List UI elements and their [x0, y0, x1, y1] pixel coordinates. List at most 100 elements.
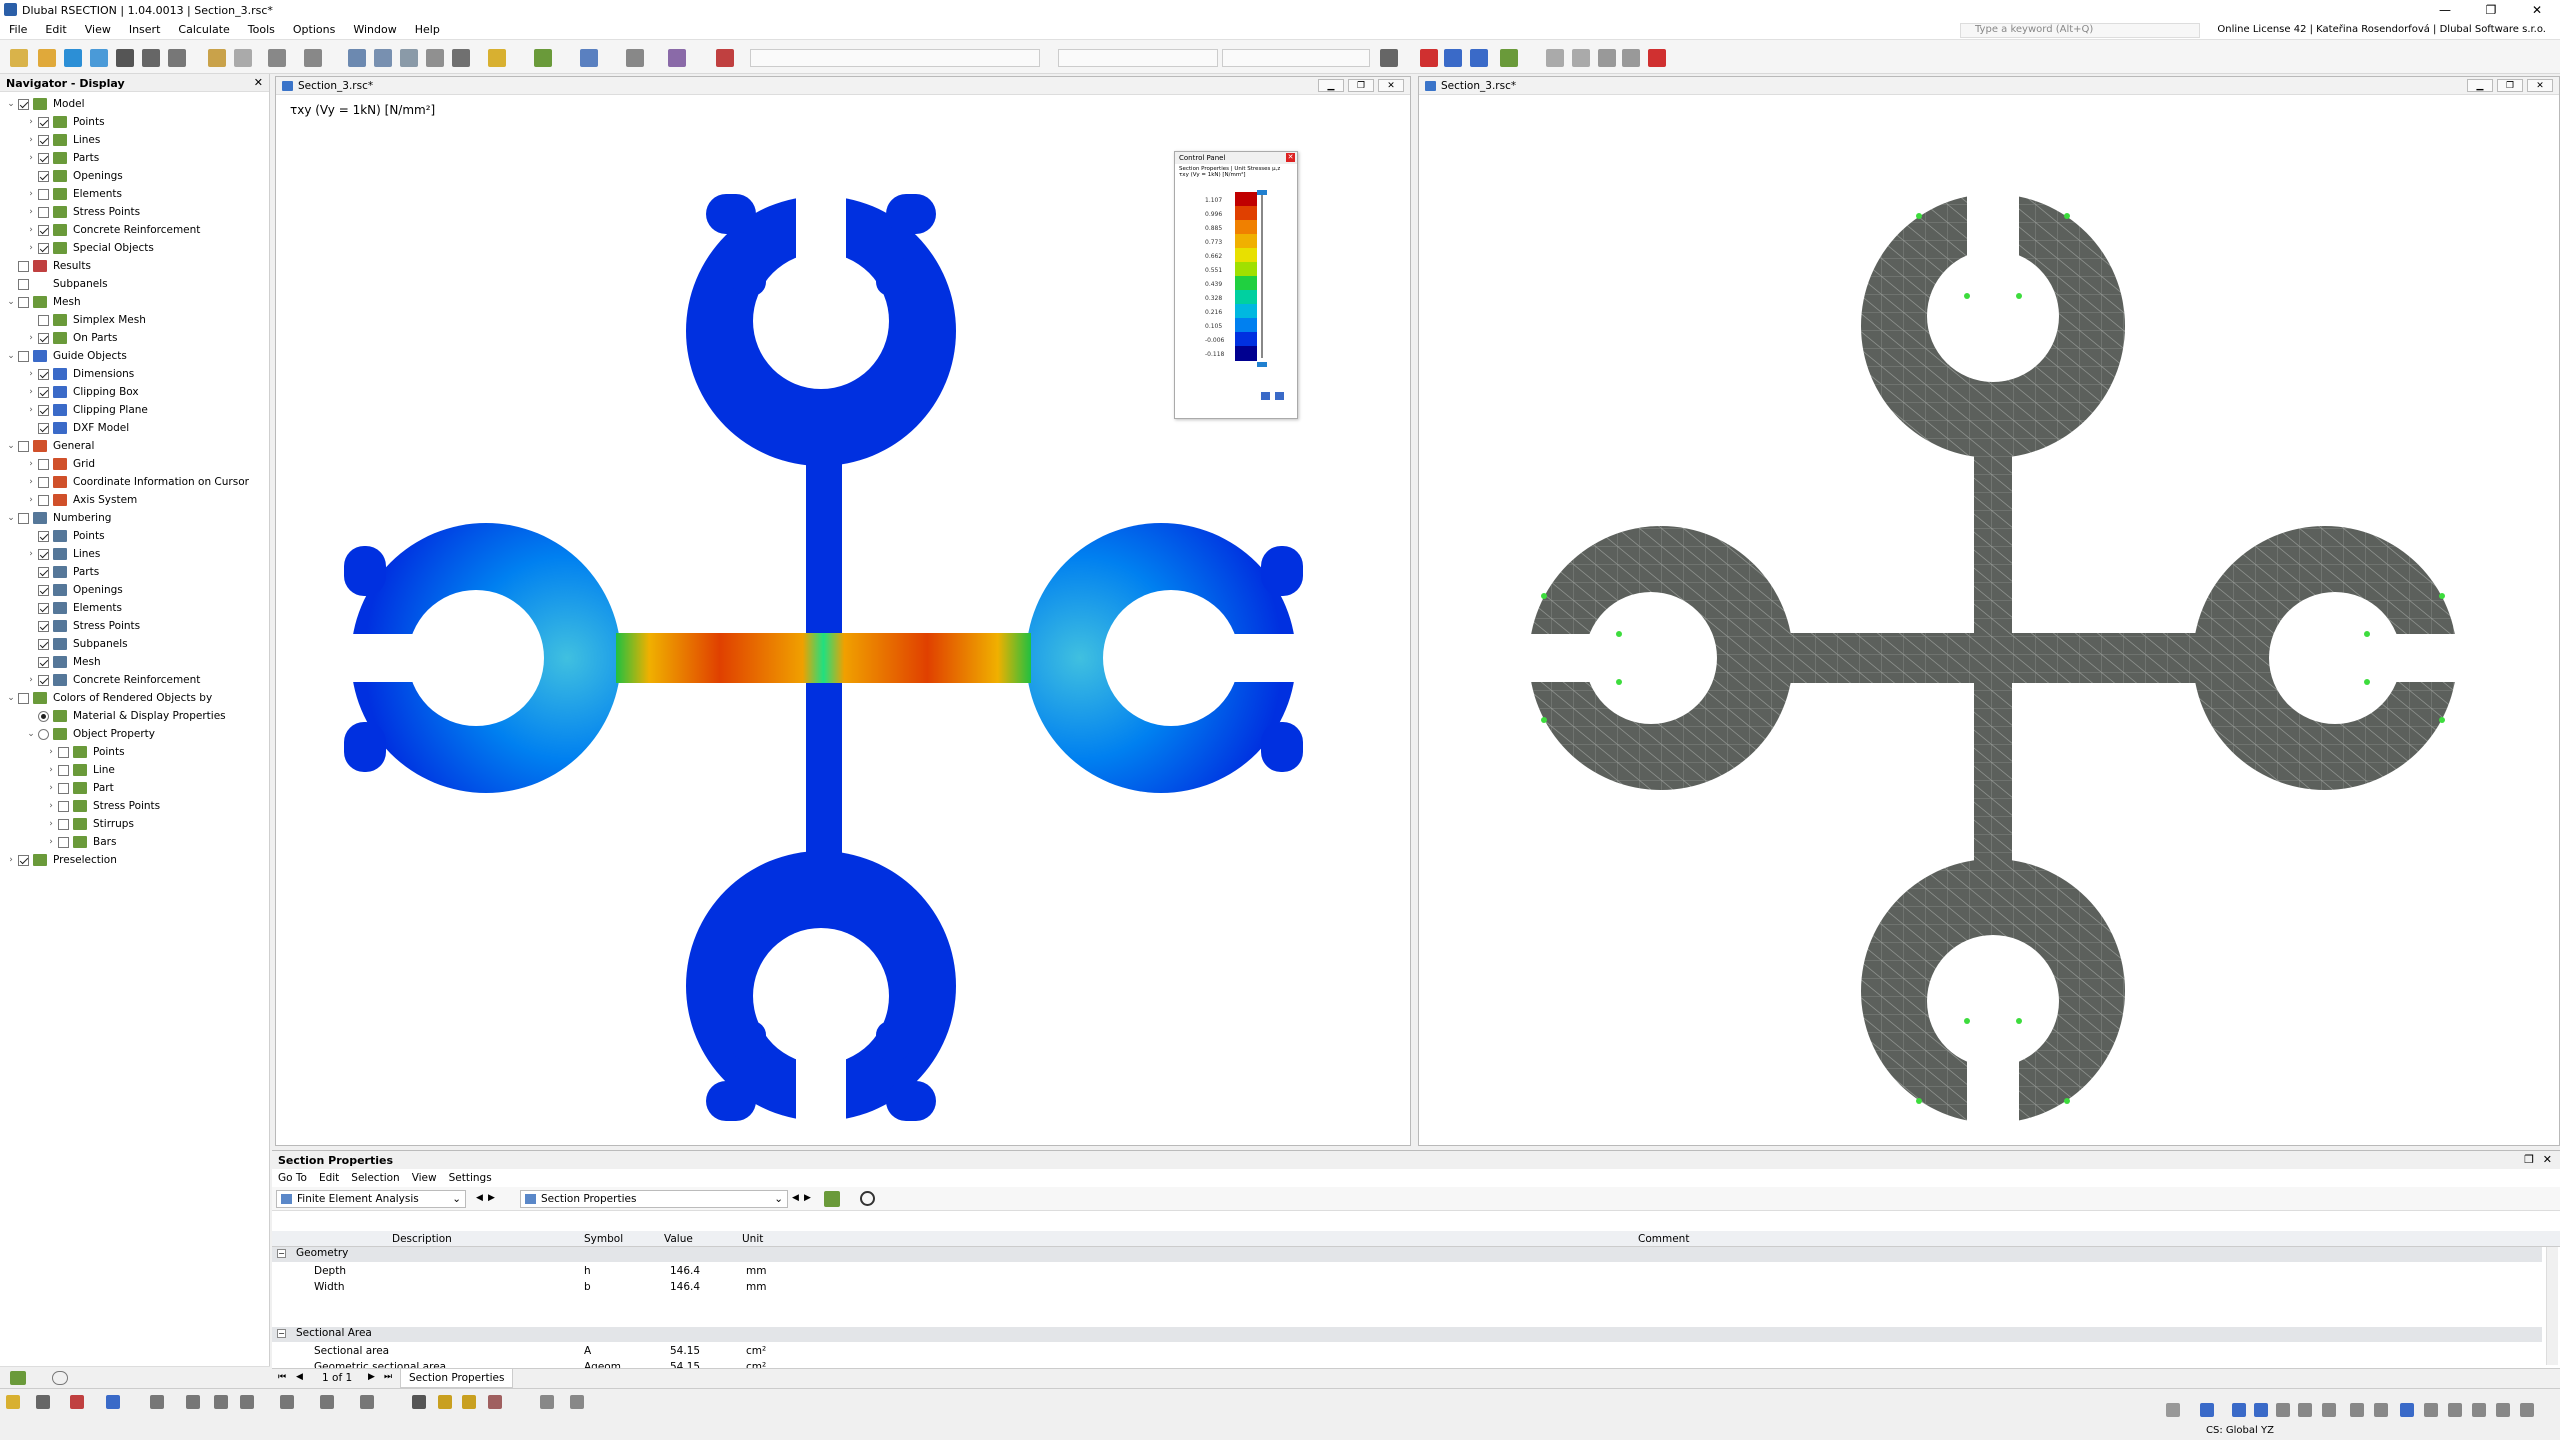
tab-section-properties[interactable]: Section Properties	[400, 1369, 514, 1388]
chevron-down-icon[interactable]: ⌄	[6, 513, 16, 523]
nav-item-parts[interactable]: › Parts	[26, 149, 99, 167]
chevron-right-icon[interactable]: ›	[46, 837, 56, 847]
stop-icon[interactable]	[716, 49, 734, 67]
nav-item-line[interactable]: › Line	[46, 761, 115, 779]
chevron-down-icon[interactable]: ⌄	[6, 351, 16, 361]
menu-edit[interactable]: Edit	[36, 23, 75, 36]
menu-file[interactable]: File	[0, 23, 36, 36]
chevron-right-icon[interactable]: ›	[46, 783, 56, 793]
nav-item-results[interactable]: Results	[6, 257, 91, 275]
checkbox[interactable]	[58, 800, 69, 812]
nav-item-on-parts[interactable]: › On Parts	[26, 329, 117, 347]
nav-item-model[interactable]: ⌄ Model	[6, 95, 85, 113]
checkbox[interactable]	[38, 224, 49, 236]
menu-options[interactable]: Options	[284, 23, 344, 36]
chevron-right-icon[interactable]: ›	[26, 189, 36, 199]
checkbox[interactable]	[58, 782, 69, 794]
checkbox[interactable]	[18, 854, 29, 866]
chevron-right-icon[interactable]: ›	[26, 549, 36, 559]
nav-item-dxf-model[interactable]: DXF Model	[26, 419, 129, 437]
checkbox[interactable]	[58, 764, 69, 776]
checkbox[interactable]	[38, 494, 49, 506]
node-icon[interactable]	[488, 49, 506, 67]
checkbox[interactable]	[38, 656, 49, 668]
legend-slider-bottom-handle[interactable]	[1257, 362, 1267, 367]
document-icon[interactable]	[234, 49, 252, 67]
checkbox[interactable]	[38, 206, 49, 218]
checkbox[interactable]	[18, 692, 29, 704]
chevron-right-icon[interactable]: ›	[46, 801, 56, 811]
snap-point-icon[interactable]	[2254, 1403, 2268, 1417]
render-icon[interactable]	[2472, 1403, 2486, 1417]
checkbox[interactable]	[38, 422, 49, 434]
minimize-button[interactable]: —	[2422, 0, 2468, 20]
menu-view[interactable]: View	[76, 23, 120, 36]
export-icon[interactable]	[824, 1191, 840, 1207]
checkbox[interactable]	[38, 134, 49, 146]
toolbar-combo-3[interactable]	[1222, 49, 1370, 67]
chevron-right-icon[interactable]: ›	[26, 243, 36, 253]
snap-object-icon[interactable]	[2232, 1403, 2246, 1417]
checkbox[interactable]	[38, 530, 49, 542]
opening-icon[interactable]	[540, 1395, 554, 1409]
table-row[interactable]: Depth h 146.4 mm	[272, 1263, 2542, 1279]
view-icon[interactable]	[36, 1395, 50, 1409]
line-tool-icon[interactable]	[534, 49, 552, 67]
chevron-right-icon[interactable]: ›	[26, 369, 36, 379]
table-icon[interactable]	[348, 49, 366, 67]
left-view-tab[interactable]: Section_3.rsc*	[298, 80, 373, 92]
view-close-button[interactable]: ✕	[1378, 79, 1404, 92]
nav-item-points[interactable]: › Points	[46, 743, 125, 761]
chevron-down-icon[interactable]: ⌄	[26, 729, 36, 739]
radio-button[interactable]	[38, 728, 49, 740]
menu-view[interactable]: View	[406, 1172, 443, 1184]
chevron-right-icon[interactable]: ›	[26, 675, 36, 685]
nav-item-axis-system[interactable]: › Axis System	[26, 491, 137, 509]
redo-icon[interactable]	[304, 49, 322, 67]
close-button[interactable]: ✕	[2514, 0, 2560, 20]
pen-tool-icon[interactable]	[668, 49, 686, 67]
stress-point-icon[interactable]	[488, 1395, 502, 1409]
checkbox[interactable]	[38, 152, 49, 164]
checkbox[interactable]	[38, 584, 49, 596]
image-icon[interactable]	[426, 49, 444, 67]
grid-icon[interactable]	[374, 49, 392, 67]
view-restore-button[interactable]: ❐	[1348, 79, 1374, 92]
nav-item-material-display-properties[interactable]: Material & Display Properties	[26, 707, 226, 725]
last-page-icon[interactable]: ⏭	[384, 1372, 392, 1382]
menu-window[interactable]: Window	[344, 23, 405, 36]
checkbox[interactable]	[38, 566, 49, 578]
new-icon[interactable]	[10, 49, 28, 67]
chevron-right-icon[interactable]: ›	[46, 819, 56, 829]
checkbox[interactable]	[18, 98, 29, 110]
nav-item-general[interactable]: ⌄ General	[6, 437, 94, 455]
warning-icon[interactable]	[1598, 49, 1616, 67]
refresh-icon[interactable]	[64, 49, 82, 67]
link-icon[interactable]	[1546, 49, 1564, 67]
legend-slider[interactable]	[1261, 192, 1263, 358]
mesh-canvas[interactable]	[1419, 96, 2559, 1145]
section-tool-icon[interactable]	[580, 49, 598, 67]
checkbox[interactable]	[38, 188, 49, 200]
data-tab-icon[interactable]	[10, 1371, 26, 1385]
checkbox[interactable]	[18, 296, 29, 308]
legend-export-icon[interactable]	[1275, 392, 1284, 400]
chevron-right-icon[interactable]: ›	[26, 495, 36, 505]
nav-item-guide-objects[interactable]: ⌄ Guide Objects	[6, 347, 127, 365]
report-icon[interactable]	[452, 49, 470, 67]
checkbox[interactable]	[58, 746, 69, 758]
checkbox[interactable]	[38, 458, 49, 470]
checkbox[interactable]	[18, 260, 29, 272]
view-close-button[interactable]: ✕	[2527, 79, 2553, 92]
checkbox[interactable]	[18, 350, 29, 362]
rotate-icon[interactable]	[1572, 49, 1590, 67]
legend-settings-icon[interactable]	[1261, 392, 1270, 400]
chevron-down-icon[interactable]: ⌄	[6, 693, 16, 703]
nav-item-object-property[interactable]: ⌄ Object Property	[26, 725, 155, 743]
chevron-right-icon[interactable]: ›	[26, 333, 36, 343]
chevron-right-icon[interactable]: ›	[26, 153, 36, 163]
menu-go-to[interactable]: Go To	[272, 1172, 313, 1184]
menu-tools[interactable]: Tools	[239, 23, 284, 36]
list-icon[interactable]	[400, 49, 418, 67]
chevron-right-icon[interactable]: ›	[26, 117, 36, 127]
